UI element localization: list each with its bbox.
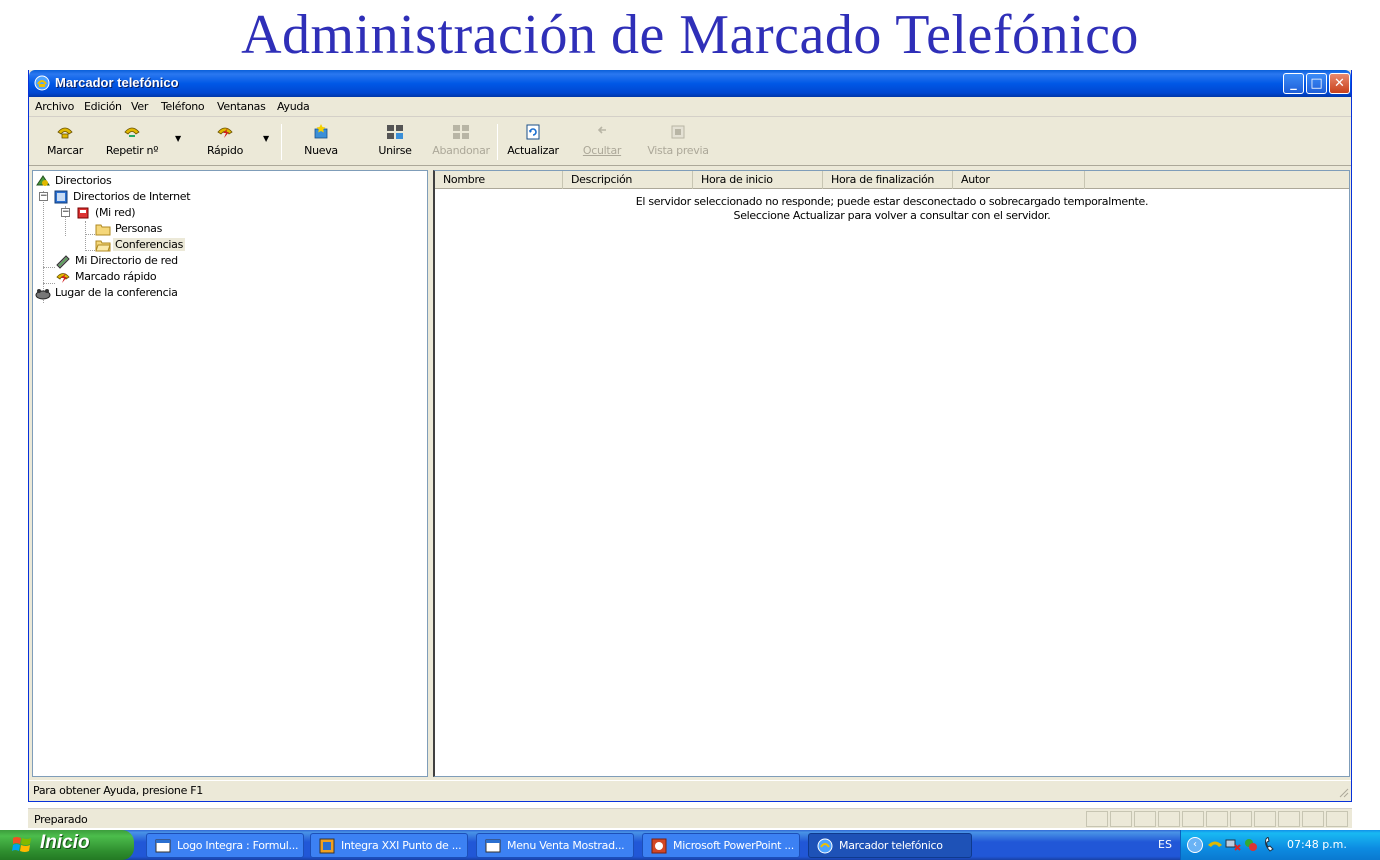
unirse-button[interactable]: Unirse [367, 124, 423, 162]
nueva-button[interactable]: Nueva [291, 124, 351, 162]
server-message-hint: Seleccione Actualizar para volver a cons… [733, 209, 1051, 222]
actualizar-button[interactable]: Actualizar [503, 124, 563, 162]
redial-phone-icon [124, 127, 140, 137]
rapido-button[interactable]: Rápido [195, 124, 255, 162]
conference-room-icon [35, 289, 51, 300]
system-tray: ‹ 07:48 p.m. [1180, 830, 1380, 860]
close-icon: ✕ [1334, 76, 1345, 91]
form-window-icon [485, 839, 501, 853]
window-status-bar: Para obtener Ayuda, presione F1 [29, 780, 1351, 800]
windows-flag-icon [12, 837, 31, 852]
column-autor[interactable]: Autor [953, 171, 1085, 189]
title-bar[interactable]: Marcador telefónico _ □ ✕ [29, 70, 1351, 97]
menu-telefono[interactable]: Teléfono [161, 100, 205, 113]
rapido-dropdown[interactable]: ▼ [263, 124, 273, 162]
column-header: Nombre Descripción Hora de inicio Hora d… [435, 171, 1349, 189]
task-menu-venta[interactable]: Menu Venta Mostrad... [476, 833, 634, 858]
menu-edicion[interactable]: Edición [84, 100, 122, 113]
folder-icon [95, 224, 111, 236]
repetir-button[interactable]: Repetir nº [97, 124, 167, 162]
tree-line [85, 250, 95, 251]
speed-dial-icon [56, 273, 70, 283]
chevron-down-icon: ▼ [175, 134, 182, 143]
network-disconnected-icon[interactable] [1225, 837, 1241, 853]
form-window-icon [155, 839, 171, 853]
window-title: Marcador telefónico [55, 75, 179, 90]
minimize-icon: _ [1290, 76, 1297, 91]
status-text: Para obtener Ayuda, presione F1 [33, 784, 203, 797]
new-conference-icon [314, 124, 328, 139]
task-integra-xxi[interactable]: Integra XXI Punto de ... [310, 833, 468, 858]
join-conference-icon [387, 125, 403, 139]
clock[interactable]: 07:48 p.m. [1287, 838, 1347, 851]
hide-icon [597, 126, 606, 134]
column-nombre[interactable]: Nombre [435, 171, 563, 189]
directory-tree: Directorios − Directorios de Internet − … [32, 170, 428, 777]
status-panels [1084, 811, 1348, 827]
tree-expander[interactable]: − [39, 192, 48, 201]
repetir-dropdown[interactable]: ▼ [175, 124, 185, 162]
maximize-icon: □ [1310, 76, 1323, 91]
tree-line [43, 267, 55, 268]
status-ready: Preparado [34, 813, 88, 826]
tree-line [85, 221, 86, 251]
leave-conference-icon [453, 125, 469, 139]
speed-dial-icon [217, 127, 233, 138]
internet-directory-icon [54, 190, 68, 204]
ocultar-button[interactable]: Ocultar [575, 124, 629, 162]
chevron-down-icon: ▼ [263, 134, 270, 143]
tree-line [43, 283, 55, 284]
maximize-button[interactable]: □ [1306, 73, 1327, 94]
task-powerpoint[interactable]: Microsoft PowerPoint ... [642, 833, 800, 858]
phone-dialer-icon [34, 75, 50, 91]
menu-ayuda[interactable]: Ayuda [277, 100, 310, 113]
tree-line [85, 234, 95, 235]
powerpoint-icon [651, 838, 667, 854]
language-indicator[interactable]: ES [1158, 838, 1172, 851]
toolbar: Marcar Repetir nº ▼ Rápido ▼ Nueva Unirs… [29, 118, 1351, 166]
show-hidden-icons-button[interactable]: ‹ [1187, 837, 1203, 853]
menu-archivo[interactable]: Archivo [35, 100, 74, 113]
server-message: El servidor seleccionado no responde; pu… [635, 195, 1149, 208]
close-button[interactable]: ✕ [1329, 73, 1350, 94]
messenger-icon[interactable] [1243, 837, 1259, 853]
dialer-tray-icon[interactable] [1263, 837, 1279, 853]
minimize-button[interactable]: _ [1283, 73, 1304, 94]
slide-title: Administración de Marcado Telefónico [241, 4, 1139, 66]
start-button[interactable]: Inicio [0, 830, 134, 860]
phone-tray-icon[interactable] [1207, 837, 1223, 853]
outer-status-bar: Preparado [28, 808, 1352, 828]
vista-previa-button[interactable]: Vista previa [643, 124, 713, 162]
tree-expander[interactable]: − [61, 208, 70, 217]
abandonar-button[interactable]: Abandonar [429, 124, 493, 162]
toolbar-separator [497, 124, 498, 160]
column-descripcion[interactable]: Descripción [563, 171, 693, 189]
dialer-window: Marcador telefónico _ □ ✕ Archivo Edició… [28, 70, 1352, 802]
menu-ventanas[interactable]: Ventanas [217, 100, 266, 113]
preview-icon [671, 125, 685, 139]
column-hora-inicio[interactable]: Hora de inicio [693, 171, 823, 189]
network-server-icon [77, 207, 89, 219]
marcar-button[interactable]: Marcar [35, 124, 95, 162]
app-icon [319, 838, 335, 854]
task-logo-integra[interactable]: Logo Integra : Formul... [146, 833, 304, 858]
resize-grip-icon[interactable] [1337, 786, 1349, 798]
menu-bar: Archivo Edición Ver Teléfono Ventanas Ay… [29, 97, 1351, 117]
phone-dialer-icon [817, 838, 833, 854]
task-marcador[interactable]: Marcador telefónico [808, 833, 972, 858]
network-directory-icon [56, 255, 70, 269]
conference-list: Nombre Descripción Hora de inicio Hora d… [433, 170, 1350, 777]
taskbar: Inicio Logo Integra : Formul... Integra … [0, 830, 1380, 860]
dial-phone-icon [57, 127, 73, 139]
refresh-icon [526, 124, 540, 140]
directories-icon [36, 175, 50, 186]
menu-ver[interactable]: Ver [131, 100, 148, 113]
toolbar-separator [281, 124, 282, 160]
column-hora-finalizacion[interactable]: Hora de finalización [823, 171, 953, 189]
open-folder-icon [95, 240, 111, 252]
